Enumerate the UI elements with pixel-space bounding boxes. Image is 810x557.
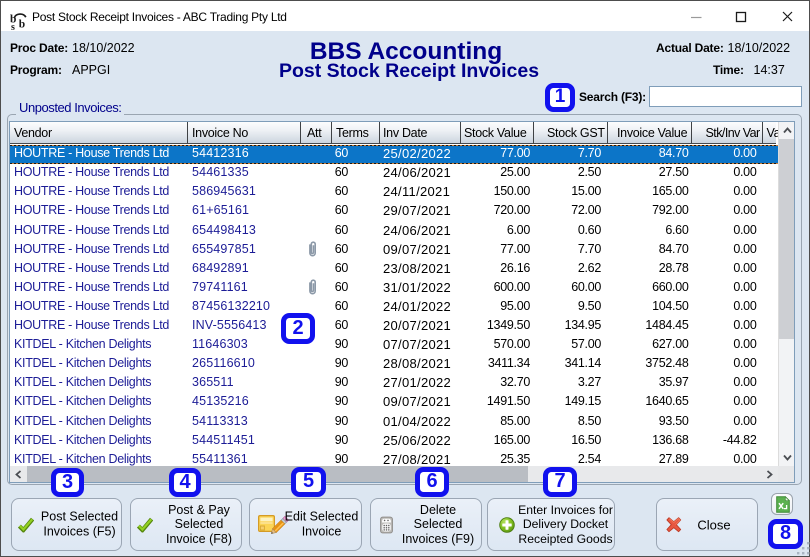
svg-text:b: b (19, 19, 25, 31)
svg-text:s: s (11, 22, 15, 33)
